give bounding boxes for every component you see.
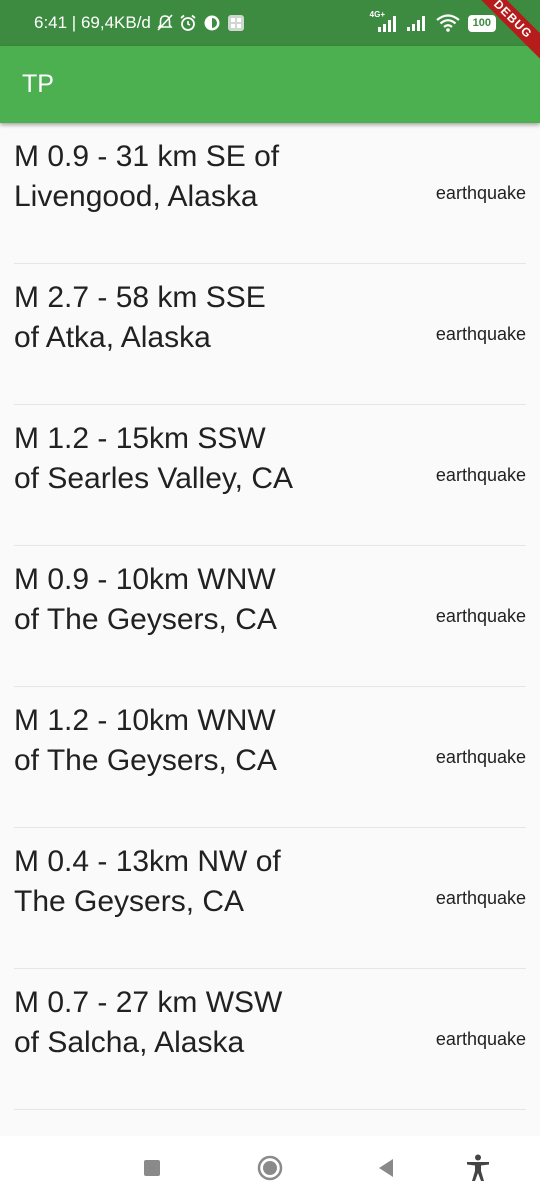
earthquake-title: M 1.2 - 15km SSW of Searles Valley, CA (14, 422, 294, 495)
signal-strength-icon (406, 16, 425, 31)
app-bar: TP (0, 46, 540, 123)
home-circle-icon (257, 1155, 283, 1181)
accessibility-icon (467, 1154, 489, 1181)
earthquake-type: earthquake (435, 183, 526, 203)
status-bar: 6:41 | 69,4KB/d 4G+ 100 (0, 0, 540, 46)
accessibility-button[interactable] (448, 1136, 508, 1200)
home-button[interactable] (240, 1136, 300, 1200)
notifications-off-icon (157, 14, 173, 31)
list-item[interactable]: M 1.2 - 15km SSW of Searles Valley, CA e… (14, 405, 526, 546)
list-item[interactable]: M 0.9 - 10km WNW of The Geysers, CA eart… (14, 546, 526, 687)
system-nav-bar (0, 1136, 540, 1200)
list-item[interactable]: M 0.4 - 13km NW of The Geysers, CA earth… (14, 828, 526, 969)
earthquake-title: M 2.7 - 58 km SSE of Atka, Alaska (14, 281, 266, 354)
list-item[interactable]: M 2.7 - 58 km SSE of Atka, Alaska earthq… (14, 264, 526, 405)
earthquake-type: earthquake (435, 1029, 526, 1049)
app-notification-icon (227, 15, 244, 31)
data-saver-icon (204, 15, 220, 31)
list-item[interactable]: M 0.7 - 27 km WSW of Salcha, Alaska eart… (14, 969, 526, 1110)
mobile-signal-4g-icon: 4G+ (370, 10, 398, 33)
earthquake-title: M 0.9 - 31 km SE of Livengood, Alaska (14, 140, 280, 213)
back-triangle-icon (379, 1159, 393, 1177)
list-item[interactable]: M 0.9 - 31 km SE of Livengood, Alaska ea… (14, 123, 526, 264)
battery-icon: 100 (467, 14, 496, 32)
earthquake-type: earthquake (435, 465, 526, 485)
earthquake-title: M 0.7 - 27 km WSW of Salcha, Alaska (14, 986, 283, 1059)
earthquake-type: earthquake (435, 888, 526, 908)
alarm-icon (180, 14, 196, 31)
earthquake-list[interactable]: M 0.9 - 31 km SE of Livengood, Alaska ea… (14, 123, 526, 1135)
wifi-icon (435, 14, 460, 32)
recents-button[interactable] (122, 1136, 182, 1200)
earthquake-type: earthquake (435, 606, 526, 626)
earthquake-type: earthquake (435, 324, 526, 344)
earthquake-title: M 1.2 - 10km WNW of The Geysers, CA (14, 704, 277, 777)
list-item[interactable]: M 1.2 - 10km WNW of The Geysers, CA eart… (14, 687, 526, 828)
earthquake-title: M 0.9 - 10km WNW of The Geysers, CA (14, 563, 277, 636)
earthquake-type: earthquake (435, 747, 526, 767)
earthquake-title: M 0.4 - 13km NW of The Geysers, CA (14, 845, 281, 918)
app-title: TP (22, 70, 54, 98)
back-button[interactable] (356, 1136, 416, 1200)
square-stop-icon (144, 1160, 160, 1176)
status-time: 6:41 | 69,4KB/d (34, 13, 151, 32)
